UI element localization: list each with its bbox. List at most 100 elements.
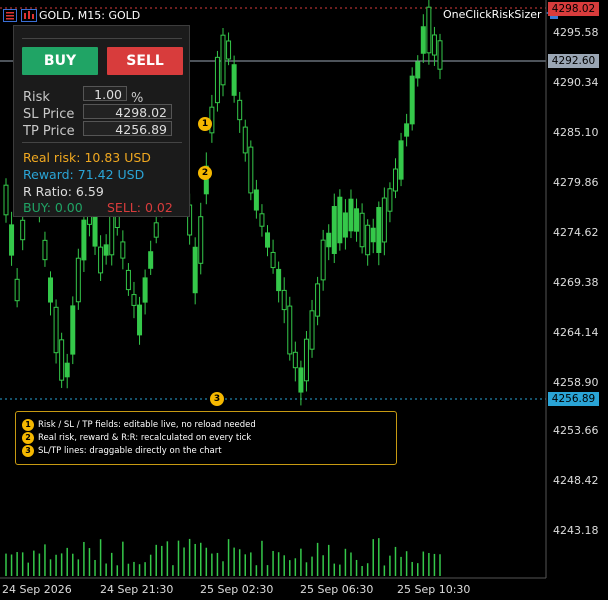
candle-body xyxy=(315,283,321,317)
note-item: 1 Risk / SL / TP fields: editable live, … xyxy=(22,419,256,431)
candle-body xyxy=(98,246,104,274)
menu-icon[interactable] xyxy=(3,8,17,22)
candle-body xyxy=(137,304,143,336)
price-axis-label: 4248.42 xyxy=(553,474,599,487)
candle-body xyxy=(303,338,309,382)
candle-body xyxy=(420,26,426,54)
candle-body xyxy=(398,140,404,180)
candle-body xyxy=(9,224,15,256)
badge-3: 3 xyxy=(210,392,224,406)
risk-sizer-panel: BUY SELL Risk 1.00 % SL Price 4298.02 TP… xyxy=(13,25,190,217)
candle-body xyxy=(248,146,254,194)
candle-body xyxy=(431,34,437,56)
candle-body xyxy=(387,188,393,212)
candle-body xyxy=(3,184,9,216)
candle-body xyxy=(342,212,348,238)
chart-icon[interactable] xyxy=(21,8,37,22)
candle-body xyxy=(42,239,48,261)
note-badge: 1 xyxy=(22,419,34,431)
candle-body xyxy=(437,40,443,70)
buy-lots-text: BUY: 0.00 xyxy=(23,200,83,215)
candle-body xyxy=(259,213,265,227)
candle-body xyxy=(415,61,421,79)
tp-price-input[interactable]: 4256.89 xyxy=(83,121,172,137)
candle-body xyxy=(198,216,204,264)
risk-input[interactable]: 1.00 xyxy=(83,86,127,102)
candle-body xyxy=(359,212,365,248)
current-price-tag: 4292.60 xyxy=(548,54,599,68)
sl-label: SL Price xyxy=(23,107,75,122)
note-item: 2 Real risk, reward & R:R: recalculated … xyxy=(22,432,251,444)
candle-body xyxy=(214,56,220,104)
candle-body xyxy=(392,168,398,192)
candle-body xyxy=(242,126,248,154)
candle-body xyxy=(320,239,326,281)
note-badge: 2 xyxy=(22,432,34,444)
candle-body xyxy=(75,257,81,303)
price-axis-label: 4243.18 xyxy=(553,524,599,537)
risk-label: Risk xyxy=(23,90,50,105)
candle-body xyxy=(231,64,237,96)
candle-body xyxy=(131,294,137,306)
candle-body xyxy=(192,246,198,294)
time-axis-label: 24 Sep 2026 xyxy=(2,583,72,596)
panel-divider xyxy=(22,142,182,143)
time-axis-label: 25 Sep 10:30 xyxy=(397,583,471,596)
note-text: Risk / SL / TP fields: editable live, no… xyxy=(38,420,256,430)
candle-body xyxy=(270,251,276,269)
note-item: 3 SL/TP lines: draggable directly on the… xyxy=(22,445,222,457)
time-axis-label: 25 Sep 06:30 xyxy=(300,583,374,596)
time-axis-label: 24 Sep 21:30 xyxy=(100,583,174,596)
candle-body xyxy=(354,208,360,232)
sell-lots-text: SELL: 0.02 xyxy=(107,200,173,215)
price-axis-label: 4285.10 xyxy=(553,126,599,139)
candle-body xyxy=(53,306,59,354)
panel-divider xyxy=(22,38,182,39)
tp-label: TP Price xyxy=(23,124,75,139)
reward-text: Reward: 71.42 USD xyxy=(23,167,145,182)
sl-price-input[interactable]: 4298.02 xyxy=(83,104,172,120)
candle-body xyxy=(253,189,259,211)
badge-1: 1 xyxy=(198,117,212,131)
sl-price-tag: 4298.02 xyxy=(548,2,599,16)
note-text: SL/TP lines: draggable directly on the c… xyxy=(38,446,222,456)
candle-body xyxy=(153,222,159,238)
price-axis-label: 4274.62 xyxy=(553,226,599,239)
candle-body xyxy=(309,310,315,350)
sell-button[interactable]: SELL xyxy=(107,47,183,75)
price-axis-label: 4269.38 xyxy=(553,276,599,289)
candle-body xyxy=(81,219,87,261)
candle-body xyxy=(103,244,109,256)
candle-body xyxy=(265,232,271,248)
buy-button[interactable]: BUY xyxy=(22,47,98,75)
candle-body xyxy=(370,227,376,243)
price-axis-label: 4258.90 xyxy=(553,376,599,389)
candle-body xyxy=(20,219,26,241)
note-text: Real risk, reward & R:R: recalculated on… xyxy=(38,433,252,443)
brand-name: OneClickRiskSizer xyxy=(443,8,542,21)
candle-body xyxy=(298,367,304,393)
candle-body xyxy=(70,305,76,355)
candle-body xyxy=(220,34,226,86)
candle-body xyxy=(376,207,382,253)
note-badge: 3 xyxy=(22,445,34,457)
candle-body xyxy=(326,232,332,248)
symbol-bar: GOLD, M15: GOLD xyxy=(3,5,140,25)
candle-body xyxy=(276,268,282,292)
feature-notes: 1 Risk / SL / TP fields: editable live, … xyxy=(15,411,397,465)
candle-body xyxy=(292,351,298,369)
candle-body xyxy=(281,289,287,311)
candle-body xyxy=(287,305,293,355)
r-ratio-text: R Ratio: 6.59 xyxy=(23,184,104,199)
candle-body xyxy=(404,123,410,137)
candle-body xyxy=(337,196,343,244)
candle-body xyxy=(226,40,232,60)
candle-body xyxy=(426,6,432,54)
candle-body xyxy=(142,277,148,303)
candle-body xyxy=(365,224,371,256)
price-axis-label: 4264.14 xyxy=(553,326,599,339)
price-axis-label: 4295.58 xyxy=(553,26,599,39)
candle-body xyxy=(148,251,154,269)
candle-body xyxy=(64,362,70,378)
candle-body xyxy=(348,198,354,232)
